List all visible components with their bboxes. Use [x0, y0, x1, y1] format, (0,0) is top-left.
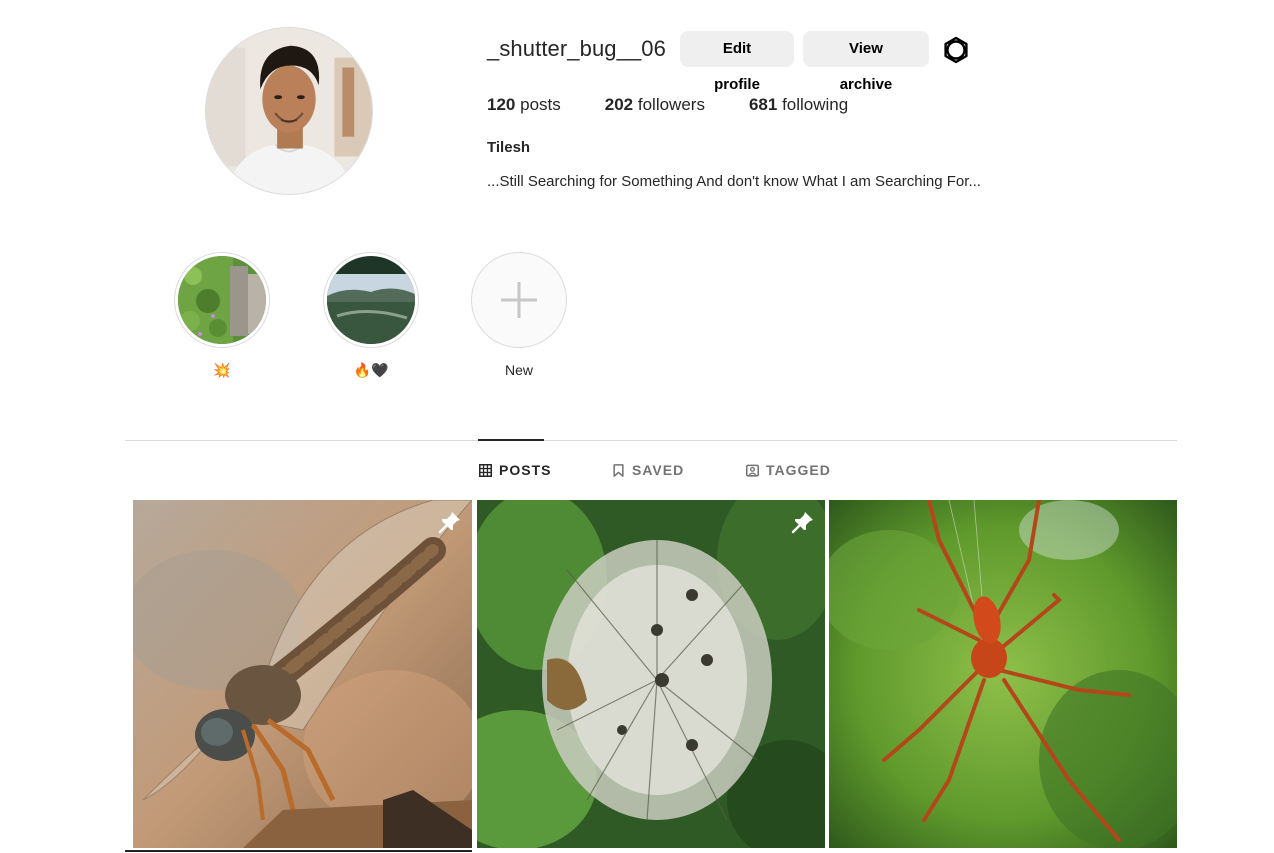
highlight-ring [323, 252, 419, 348]
tab-saved-label: SAVED [632, 462, 685, 478]
active-tab-indicator [478, 439, 544, 441]
following-label: following [782, 95, 849, 114]
full-name: Tilesh [487, 139, 531, 156]
plus-icon [475, 256, 563, 344]
dragonfly-photo [133, 500, 472, 848]
tab-tagged[interactable]: TAGGED [746, 462, 831, 478]
tabs-divider [125, 440, 1177, 441]
profile-avatar[interactable] [205, 27, 373, 195]
grid-icon [479, 463, 492, 477]
post-tile[interactable] [133, 500, 472, 848]
followers-label: followers [637, 95, 705, 114]
post-tile[interactable] [477, 500, 825, 848]
highlight-label: 🔥🖤 [353, 362, 389, 378]
highlight-ring [174, 252, 270, 348]
tagged-icon [746, 464, 759, 477]
highlight-label: New [504, 362, 533, 378]
new-highlight-button[interactable]: New [471, 252, 567, 380]
posts-label: posts [520, 95, 561, 114]
bookmark-icon [613, 463, 624, 477]
tab-posts[interactable]: POSTS [479, 462, 551, 478]
bio: ...Still Searching for Something And don… [487, 173, 981, 190]
landscape-thumbnail [327, 256, 415, 344]
highlight-ring [471, 252, 567, 348]
avatar-image [206, 28, 372, 194]
following-stat[interactable]: 681 following [749, 95, 848, 115]
spider-photo [829, 500, 1177, 848]
highlight-item[interactable]: 🔥🖤 [323, 252, 419, 380]
dandelion-photo [477, 500, 825, 848]
tab-posts-label: POSTS [499, 462, 552, 478]
highlight-item[interactable]: 💥 [174, 252, 270, 380]
grid-row-divider [125, 850, 472, 852]
profile-stats: 120 posts 202 followers 681 following [487, 95, 892, 115]
tab-saved[interactable]: SAVED [612, 462, 684, 478]
posts-count: 120 [487, 95, 516, 114]
view-archive-button[interactable]: View archive [803, 31, 929, 93]
following-count: 681 [748, 95, 778, 114]
highlight-label: 💥 [213, 362, 231, 378]
pinned-post-icon [791, 510, 815, 534]
garden-thumbnail [178, 256, 266, 344]
followers-stat[interactable]: 202 followers [605, 95, 705, 115]
settings-gear-icon[interactable] [942, 36, 970, 64]
post-tile[interactable] [829, 500, 1177, 848]
tab-tagged-label: TAGGED [766, 462, 831, 478]
followers-count: 202 [604, 95, 634, 114]
edit-profile-button[interactable]: Edit profile [680, 31, 794, 93]
posts-stat: 120 posts [487, 95, 561, 115]
pinned-post-icon [438, 510, 462, 534]
username: _shutter_bug__06 [487, 36, 666, 61]
